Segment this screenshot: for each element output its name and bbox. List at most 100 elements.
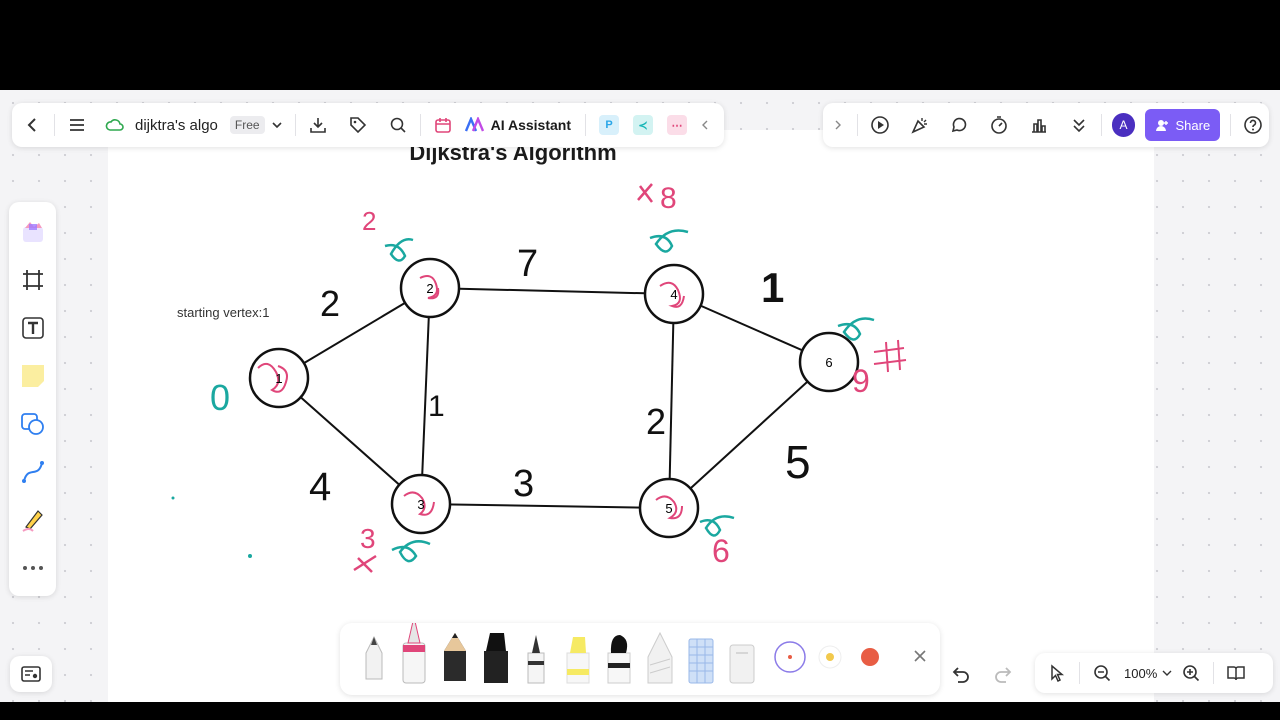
download-icon[interactable] — [302, 109, 334, 141]
board-page[interactable]: 1 2 3 4 5 6 2 4 1 7 3 2 1 5 0 2 3 8 9 6 … — [108, 130, 1154, 702]
document-name[interactable]: dijktra's algo — [135, 117, 218, 134]
collab-toolbar: A Share — [823, 103, 1269, 147]
zoom-controls: 100% — [1035, 653, 1273, 693]
collapse-chevron-icon[interactable] — [694, 109, 716, 141]
tag-icon[interactable] — [342, 109, 374, 141]
toolbar-divider — [856, 114, 858, 136]
stray-dot — [248, 554, 252, 558]
crayon-tool[interactable] — [647, 631, 673, 684]
dist-label-4: 8 — [660, 182, 677, 215]
node-3[interactable]: 3 — [390, 473, 452, 535]
stray-dot — [171, 496, 175, 500]
edge-weights: 2 4 1 7 3 2 1 5 — [309, 243, 811, 509]
graph-canvas[interactable]: 1 2 3 4 5 6 2 4 1 7 3 2 1 5 0 2 3 8 9 6 … — [108, 130, 1154, 702]
flowchart-app-icon[interactable]: ≺ — [632, 115, 653, 135]
redo-icon[interactable] — [988, 658, 1020, 690]
ai-assistant-icon[interactable] — [463, 109, 487, 141]
app-p-icon[interactable]: P — [598, 115, 619, 135]
cloud-sync-icon[interactable] — [99, 109, 131, 141]
text-tool-icon[interactable] — [17, 312, 49, 344]
comment-icon[interactable] — [943, 109, 975, 141]
zoom-in-icon[interactable] — [1175, 657, 1207, 689]
dist-label-3: 3 — [360, 523, 376, 554]
svg-text:4: 4 — [670, 287, 677, 302]
weight-5-6: 5 — [785, 436, 811, 488]
toolbar-divider — [54, 114, 55, 136]
start-vertex-note[interactable]: starting vertex:1 — [177, 305, 270, 320]
avatar[interactable]: A — [1111, 113, 1136, 137]
share-label: Share — [1175, 117, 1211, 133]
vote-icon[interactable] — [1023, 109, 1055, 141]
pen-tool[interactable] — [365, 635, 383, 680]
toolbar-divider — [1100, 114, 1102, 136]
weight-4-6: 1 — [761, 264, 784, 311]
more-tools-icon[interactable] — [17, 552, 49, 584]
connector-icon[interactable] — [17, 456, 49, 488]
edge-4-5[interactable] — [668, 293, 675, 509]
more-down-icon[interactable] — [1063, 109, 1095, 141]
dist-label-2: 2 — [362, 206, 376, 236]
select-cursor-icon[interactable] — [1041, 657, 1073, 689]
book-icon[interactable] — [1220, 657, 1252, 689]
help-icon[interactable] — [1237, 109, 1269, 141]
zoom-out-icon[interactable] — [1086, 657, 1118, 689]
ai-assistant-button[interactable]: AI Assistant — [491, 117, 571, 133]
tools-sidebar — [9, 202, 56, 596]
zoom-level[interactable]: 100% — [1124, 666, 1157, 681]
node-4[interactable]: 4 — [643, 263, 705, 325]
fineliner-tool[interactable] — [527, 635, 545, 684]
weight-1-2: 2 — [320, 283, 340, 324]
frame-icon[interactable] — [17, 264, 49, 296]
zoom-chevron-icon[interactable] — [1159, 657, 1175, 689]
fountain-pen-tool[interactable] — [402, 623, 426, 684]
chevron-down-icon[interactable] — [265, 109, 289, 141]
dist-label-5: 6 — [712, 533, 730, 569]
svg-text:2: 2 — [426, 281, 433, 296]
search-icon[interactable] — [382, 109, 414, 141]
present-play-icon[interactable] — [864, 109, 896, 141]
toolbar-divider — [419, 114, 421, 136]
main-toolbar: dijktra's algo Free AI Assistant P ≺ ⋯ — [12, 103, 724, 147]
menu-icon[interactable] — [61, 109, 93, 141]
back-icon[interactable] — [16, 109, 48, 141]
pattern-brush-tool[interactable] — [688, 638, 714, 684]
node-6[interactable]: 6 — [798, 331, 860, 393]
toolbar-divider — [1079, 662, 1080, 684]
crossed-seven-4 — [637, 183, 653, 203]
templates-icon[interactable] — [17, 216, 49, 248]
crossed-infinity-2 — [384, 238, 414, 262]
mindmap-app-icon[interactable]: ⋯ — [666, 115, 687, 135]
calendar-icon[interactable] — [427, 109, 459, 141]
node-5[interactable]: 5 — [638, 477, 700, 539]
svg-text:3: 3 — [417, 497, 424, 512]
color-swatch-yellow[interactable] — [818, 645, 842, 669]
undo-icon[interactable] — [944, 658, 976, 690]
brush-marker-tool[interactable] — [607, 635, 631, 684]
edge-3-5[interactable] — [420, 503, 670, 509]
node-2[interactable]: 2 — [399, 257, 461, 319]
graph-edges — [278, 287, 830, 509]
shapes-icon[interactable] — [17, 408, 49, 440]
minimap-button[interactable] — [10, 656, 52, 692]
celebrate-icon[interactable] — [904, 109, 936, 141]
add-user-icon — [1156, 120, 1169, 131]
expand-chevron-icon[interactable] — [825, 109, 851, 141]
close-icon[interactable] — [914, 650, 926, 662]
color-swatch-red[interactable] — [861, 648, 879, 666]
color-swatch-white[interactable] — [774, 641, 806, 673]
edge-2-4[interactable] — [429, 287, 675, 295]
toolbar-divider — [294, 114, 296, 136]
node-1[interactable]: 1 — [248, 347, 310, 409]
pen-tool-icon[interactable] — [17, 504, 49, 536]
svg-text:5: 5 — [665, 501, 672, 516]
eraser-tool[interactable] — [729, 644, 755, 684]
pencil-tool[interactable] — [444, 633, 466, 681]
sticky-note-icon[interactable] — [17, 360, 49, 392]
share-button[interactable]: Share — [1145, 109, 1221, 141]
marker-tool[interactable] — [484, 633, 508, 683]
plan-badge[interactable]: Free — [229, 116, 265, 134]
timer-icon[interactable] — [983, 109, 1015, 141]
highlighter-tool[interactable] — [566, 637, 590, 684]
weight-3-5: 3 — [513, 463, 534, 505]
svg-text:6: 6 — [825, 355, 832, 370]
